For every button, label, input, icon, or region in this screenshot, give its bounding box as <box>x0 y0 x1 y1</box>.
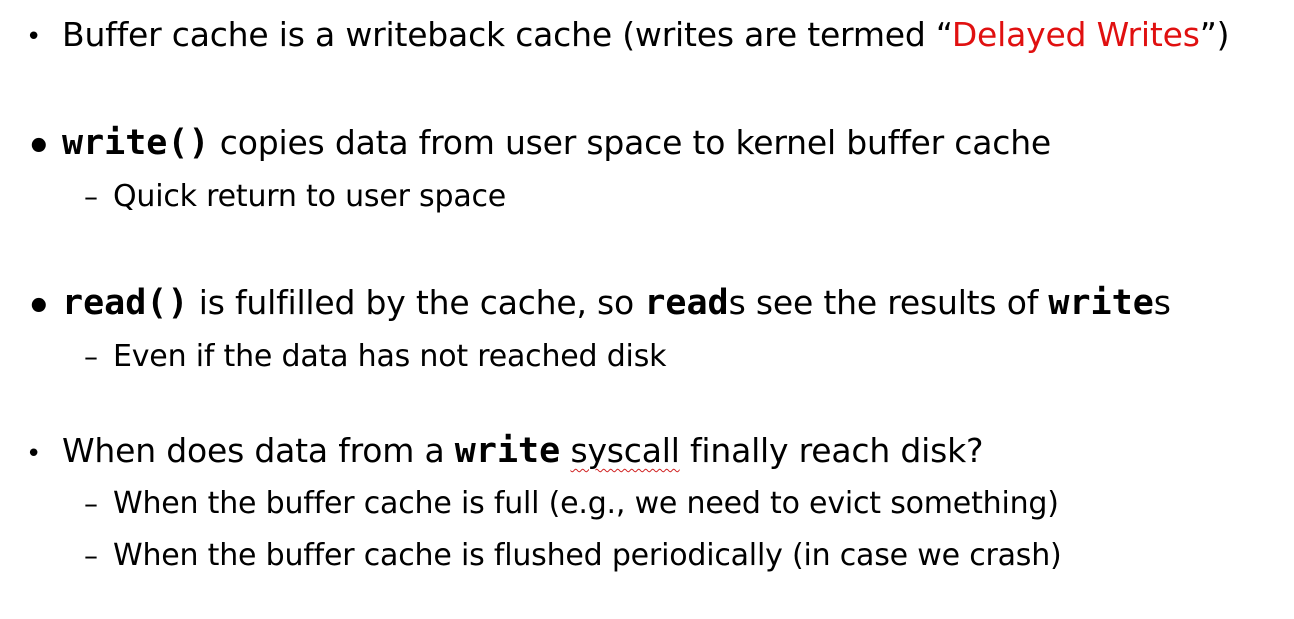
write-code: write() <box>62 123 210 163</box>
bullet-2-sub-1: Quick return to user space <box>113 179 507 214</box>
bullet-marker: • <box>26 284 52 330</box>
bullet-1-part-3: ”) <box>1199 15 1230 54</box>
syscall-spellcheck-word: syscall <box>570 431 680 470</box>
bullet-3-sub-1: Even if the data has not reached disk <box>113 339 667 374</box>
bullet-4-text-1: When does data from a <box>62 431 455 470</box>
bullet-3-text-1: is fulfilled by the cache, so <box>188 283 645 322</box>
bullet-2-desc: copies data from user space to kernel bu… <box>209 123 1052 162</box>
sub-bullet-dash: – <box>84 340 98 373</box>
sub-bullet-dash: – <box>84 180 98 213</box>
bullet-1-text: Buffer cache is a writeback cache (write… <box>62 18 1229 51</box>
bullet-3-text-2: s see the results of <box>728 283 1049 322</box>
bullet-4-sub-1: When the buffer cache is full (e.g., we … <box>113 486 1059 521</box>
write-code-inline: write <box>1048 283 1154 323</box>
sub-bullet-dash: – <box>84 487 98 520</box>
bullet-3-text-3: s <box>1153 283 1171 322</box>
write-code-question: write <box>454 431 561 471</box>
bullet-marker: • <box>26 439 42 469</box>
read-code: read() <box>62 283 189 323</box>
sub-bullet-dash: – <box>84 539 98 572</box>
slide: • Buffer cache is a writeback cache (wri… <box>0 0 1294 619</box>
bullet-4-text-3: finally reach disk? <box>679 431 984 470</box>
bullet-2-text: write() copies data from user space to k… <box>62 126 1051 161</box>
bullet-4-text: When does data from a write syscall fina… <box>62 434 983 469</box>
bullet-1-part-1: Buffer cache is a writeback cache (write… <box>62 15 952 54</box>
bullet-marker: • <box>26 22 42 52</box>
bullet-marker: • <box>26 124 52 170</box>
delayed-writes-highlight: Delayed Writes <box>951 15 1200 54</box>
bullet-3-text: read() is fulfilled by the cache, so rea… <box>62 286 1171 321</box>
bullet-4-space <box>560 431 570 470</box>
bullet-4-sub-2: When the buffer cache is flushed periodi… <box>113 538 1062 573</box>
read-code-inline: read <box>644 283 729 323</box>
